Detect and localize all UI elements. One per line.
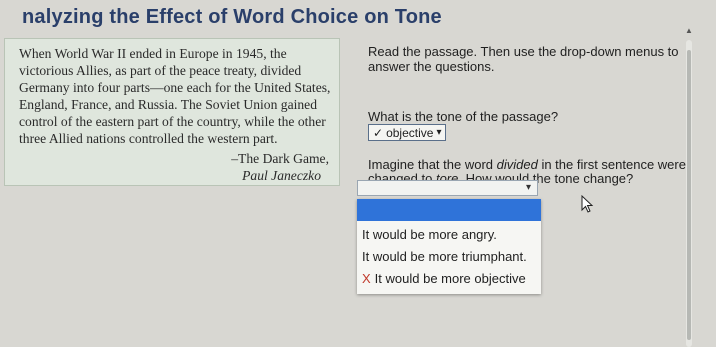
menu-option-label: It would be more objective bbox=[374, 271, 526, 286]
tone-dropdown[interactable]: ✓ objective ▾ bbox=[368, 124, 447, 141]
passage-line: victorious Allies, as part of the peace … bbox=[19, 63, 302, 78]
question-1-text: What is the tone of the passage? bbox=[368, 109, 559, 124]
passage-line: control of the eastern part of the count… bbox=[19, 114, 326, 129]
question-2-part: Imagine that the word bbox=[368, 157, 497, 172]
scroll-thumb[interactable] bbox=[687, 50, 691, 340]
passage-line: three Allied nations controlled the west… bbox=[19, 131, 278, 146]
passage-line: When World War II ended in Europe in 194… bbox=[19, 46, 287, 61]
passage-text: When World War II ended in Europe in 194… bbox=[19, 45, 331, 147]
scroll-up-icon[interactable]: ▲ bbox=[684, 26, 694, 36]
scroll-track[interactable] bbox=[686, 40, 692, 347]
menu-option-label: It would be more angry. bbox=[362, 227, 497, 242]
passage-source-title: –The Dark Game, bbox=[231, 151, 329, 166]
chevron-down-icon: ▾ bbox=[525, 182, 531, 193]
scrollbar[interactable]: ▲ bbox=[684, 26, 694, 347]
instructions: Read the passage. Then use the drop-down… bbox=[368, 44, 679, 74]
question-2-word: divided bbox=[496, 157, 538, 172]
passage-box: When World War II ended in Europe in 194… bbox=[4, 38, 340, 186]
tone-change-dropdown[interactable]: ▾ bbox=[357, 180, 538, 196]
x-mark-icon: X bbox=[362, 271, 371, 286]
check-icon: ✓ bbox=[373, 125, 384, 140]
passage-author: Paul Janeczko bbox=[242, 168, 321, 183]
menu-option-triumphant[interactable]: It would be more triumphant. bbox=[357, 246, 541, 268]
passage-line: England, France, and Russia. The Soviet … bbox=[19, 97, 318, 112]
tone-change-menu: It would be more angry. It would be more… bbox=[357, 199, 541, 294]
tone-dropdown-value: objective bbox=[386, 125, 434, 140]
chevron-down-icon: ▾ bbox=[436, 127, 442, 138]
passage-line: Germany into four parts—one each for the… bbox=[19, 80, 331, 95]
page-title: nalyzing the Effect of Word Choice on To… bbox=[22, 6, 442, 28]
menu-option-label: It would be more triumphant. bbox=[362, 249, 527, 264]
cursor-arrow-icon bbox=[581, 195, 594, 213]
menu-highlighted-option[interactable] bbox=[357, 199, 541, 221]
menu-option-angry[interactable]: It would be more angry. bbox=[357, 224, 541, 246]
menu-option-objective[interactable]: X It would be more objective bbox=[357, 268, 541, 290]
